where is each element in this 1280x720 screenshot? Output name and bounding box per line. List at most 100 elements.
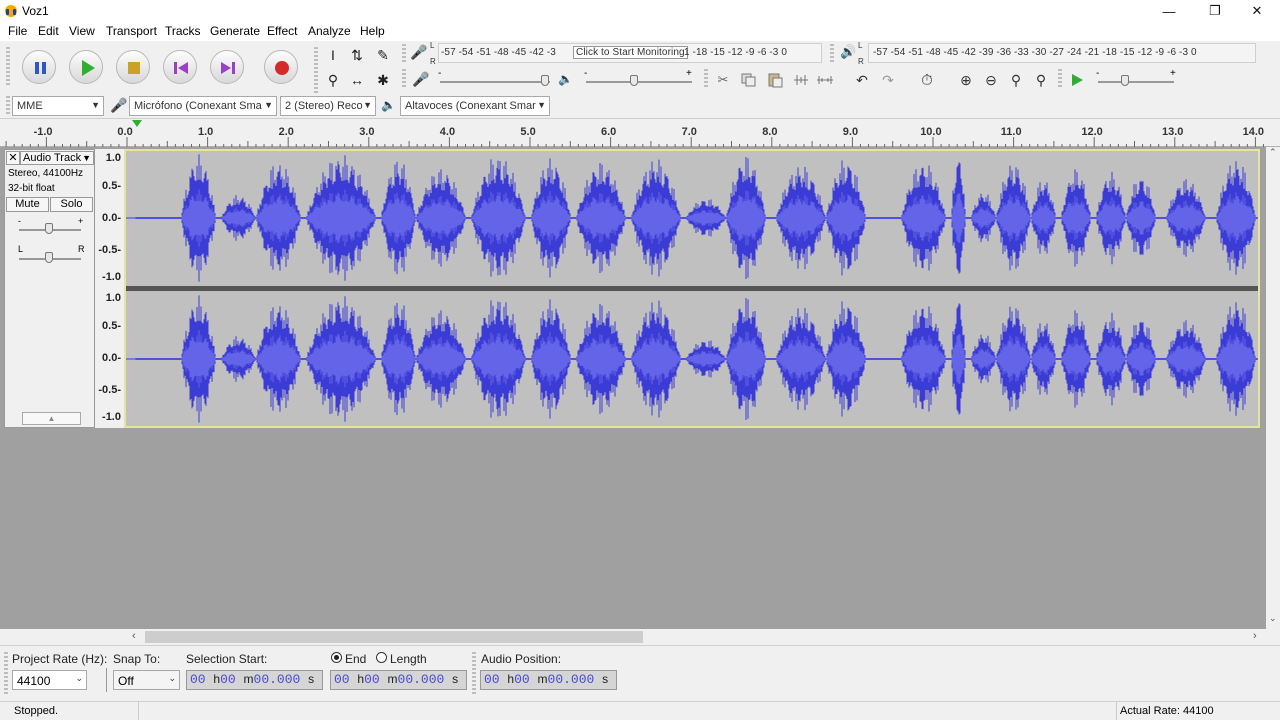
magnifier-icon: ⚲ (327, 71, 339, 88)
start-minutes: 00 (220, 672, 236, 687)
monitoring-tooltip[interactable]: Click to Start Monitoring (573, 46, 688, 59)
scroll-left-icon[interactable]: ‹ (132, 630, 136, 642)
redo-button[interactable]: ↷ (877, 69, 899, 91)
toolbar-grip[interactable] (6, 47, 10, 87)
toolbar-grip[interactable] (402, 69, 406, 89)
multi-tool-button[interactable]: ✱ (372, 69, 394, 91)
microphone-icon: 🎤 (410, 44, 428, 60)
record-button[interactable] (264, 50, 298, 84)
track-name-menu[interactable]: Audio Track ▼ (20, 151, 94, 165)
end-minutes: 00 (364, 672, 380, 687)
menu-transport[interactable]: Transport (106, 24, 157, 38)
cut-button[interactable]: ✂ (712, 69, 734, 91)
gain-minus-label: - (18, 216, 21, 226)
zoom-out-button[interactable]: ⊖ (980, 69, 1002, 91)
playback-volume-slider[interactable] (586, 81, 692, 83)
trim-button[interactable] (790, 69, 812, 91)
toolbar-grip[interactable] (402, 44, 406, 64)
undo-button[interactable]: ↶ (851, 69, 873, 91)
menu-tracks[interactable]: Tracks (165, 24, 201, 38)
fit-project-button[interactable]: ⚲ (1030, 69, 1052, 91)
fit-selection-button[interactable]: ⚲ (1005, 69, 1027, 91)
recording-device-dropdown[interactable]: Micrófono (Conexant Sma ▼ (129, 96, 277, 116)
unit-s: s (308, 672, 315, 686)
ruler-label: 12.0 (1081, 126, 1103, 138)
scroll-right-icon[interactable]: › (1253, 630, 1257, 642)
playback-device-value: Altavoces (Conexant Smar (405, 100, 536, 112)
snap-to-dropdown[interactable]: Off ⌄ (113, 670, 180, 690)
playback-volume-thumb[interactable] (629, 75, 638, 86)
solo-button[interactable]: Solo (50, 197, 93, 212)
chevron-down-icon: ⌄ (75, 673, 83, 683)
zoom-in-button[interactable]: ⊕ (955, 69, 977, 91)
mute-button[interactable]: Mute (6, 197, 49, 212)
menu-help[interactable]: Help (360, 24, 385, 38)
draw-tool-button[interactable]: ✎ (372, 44, 394, 66)
paste-button[interactable] (764, 69, 786, 91)
selection-start-time[interactable]: 00 h00 m00.000 s (186, 670, 323, 690)
snap-to-value: Off (118, 674, 134, 688)
skip-to-start-button[interactable] (163, 50, 197, 84)
restore-button[interactable]: ❐ (1192, 0, 1238, 22)
radio-selected-dot (334, 655, 339, 660)
play-speed-thumb[interactable] (1120, 75, 1129, 86)
play-button[interactable] (69, 50, 103, 84)
close-track-button[interactable]: ✕ (6, 151, 20, 165)
toolbar-grip[interactable] (4, 652, 8, 694)
time-shift-tool-button[interactable]: ↔ (346, 69, 368, 91)
playback-device-dropdown[interactable]: Altavoces (Conexant Smar ▼ (400, 96, 550, 116)
record-volume-slider[interactable] (440, 81, 550, 83)
redo-icon: ↷ (882, 71, 894, 88)
skip-start-icon (174, 62, 188, 74)
pause-button[interactable] (22, 50, 56, 84)
collapse-track-button[interactable]: ▲ (22, 412, 81, 425)
menu-file[interactable]: File (8, 24, 27, 38)
menu-edit[interactable]: Edit (38, 24, 59, 38)
end-radio[interactable] (331, 652, 342, 663)
gain-slider-thumb[interactable] (45, 223, 53, 234)
audio-position-time[interactable]: 00 h00 m00.000 s (480, 670, 617, 690)
menu-effect[interactable]: Effect (267, 24, 297, 38)
length-radio[interactable] (376, 652, 387, 663)
toolbar-grip[interactable] (6, 96, 10, 116)
amplitude-scale[interactable]: 1.0 0.5- 0.0- -0.5- -1.0 1.0 0.5- 0.0- -… (95, 149, 124, 428)
sync-lock-button[interactable]: ⏱ (916, 69, 938, 91)
toolbar-grip[interactable] (1058, 69, 1062, 89)
toolbar-grip[interactable] (472, 652, 476, 694)
recording-channels-dropdown[interactable]: 2 (Stereo) Reco ▼ (280, 96, 376, 116)
menu-analyze[interactable]: Analyze (308, 24, 351, 38)
vertical-scrollbar[interactable]: ⌃ ⌄ (1266, 147, 1280, 629)
stop-button[interactable] (116, 50, 150, 84)
pan-slider-thumb[interactable] (45, 252, 53, 263)
scroll-up-icon[interactable]: ⌃ (1269, 147, 1277, 158)
audio-host-dropdown[interactable]: MME ▼ (12, 96, 104, 116)
close-window-button[interactable]: ✕ (1234, 0, 1280, 22)
record-volume-thumb[interactable] (540, 75, 549, 86)
ruler-label: 4.0 (439, 126, 456, 138)
scroll-down-icon[interactable]: ⌄ (1269, 613, 1277, 624)
silence-button[interactable] (814, 69, 836, 91)
waveform-display[interactable] (124, 149, 1260, 428)
project-rate-dropdown[interactable]: 44100 ⌄ (12, 670, 87, 690)
timeline-ruler[interactable]: -1.0 0.0 1.0 2.0 3.0 4.0 5.0 6.0 7.0 8.0 9.0 10.0 11… (0, 120, 1280, 147)
selection-tool-button[interactable]: I (322, 44, 344, 66)
play-at-speed-button[interactable] (1066, 69, 1088, 91)
toolbar-grip[interactable] (830, 44, 834, 64)
selection-end-time[interactable]: 00 h00 m00.000 s (330, 670, 467, 690)
envelope-tool-button[interactable]: ⇅ (346, 44, 368, 66)
toolbar-grip[interactable] (314, 47, 318, 93)
horizontal-scrollbar[interactable]: ‹ › (0, 629, 1266, 645)
copy-button[interactable] (738, 69, 760, 91)
zoom-tool-button[interactable]: ⚲ (322, 69, 344, 91)
minimize-button[interactable]: — (1146, 0, 1192, 22)
ruler-label: 1.0 (198, 126, 214, 138)
horizontal-scroll-thumb[interactable] (145, 631, 643, 643)
menu-generate[interactable]: Generate (210, 24, 260, 38)
playhead-marker-icon[interactable] (132, 120, 142, 128)
play-speed-slider[interactable] (1098, 81, 1174, 83)
paste-icon (768, 73, 783, 88)
skip-to-end-button[interactable] (210, 50, 244, 84)
menu-view[interactable]: View (69, 24, 95, 38)
unit-m: m (243, 672, 254, 686)
toolbar-grip[interactable] (704, 69, 708, 89)
